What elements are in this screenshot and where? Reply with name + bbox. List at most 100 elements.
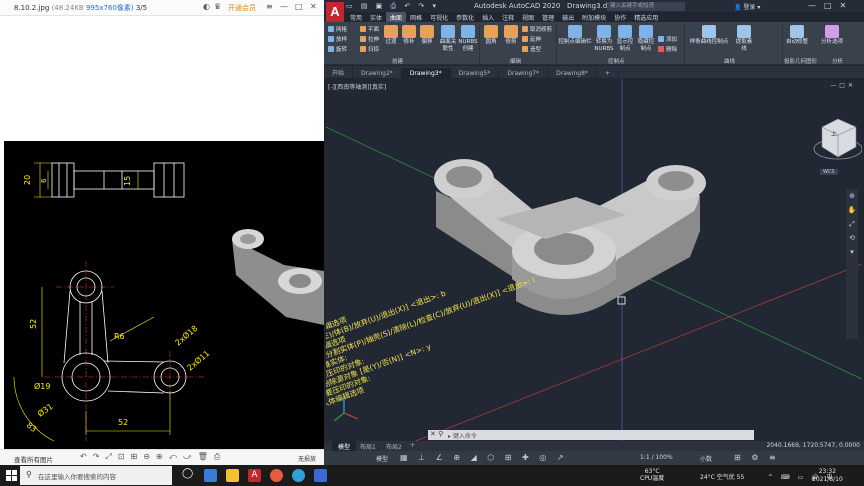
image-viewer-window: 8.10.2.jpg (48.24KB 995x760像素) 3/5 开通会员 … [0,0,324,465]
maximize-icon[interactable]: □ [295,2,303,11]
quick-access-toolbar[interactable]: ▭ ▤ ▣ ⎙ ↶ ↷ ▾ [346,2,439,11]
close-icon[interactable]: ✕ [310,2,317,11]
task-view-icon[interactable]: ◯ [182,468,195,481]
dim-2x18: 2xØ18 [173,323,200,348]
navigation-bar[interactable]: ⊕ ✋ ⤢ ⟲ ▾ [846,189,858,339]
task-view-app-icon[interactable] [204,469,217,482]
sculpt-button[interactable]: 造型 [522,45,541,53]
viewer-tool-icons[interactable]: ↶↷⤢⊡⊞⊖⊕⤺⤻🗑⎙ [80,452,226,462]
panel-analysis-label: 分析 [832,59,844,65]
autocad-taskbar-icon[interactable]: A [248,469,261,482]
hide-cv-button[interactable]: 隐藏控制点 [636,25,656,53]
autocad-logo[interactable]: A [326,2,344,22]
surface-assoc-button[interactable]: 曲面关联性 [438,25,458,53]
tab-insert[interactable]: 插入 [478,12,498,22]
annotation-scale[interactable]: 1:1 / 100% [640,454,673,461]
planar-button[interactable]: 平面 [360,25,379,33]
tab-annotate[interactable]: 注释 [498,12,518,22]
crown-icon[interactable]: ♛ [214,2,221,11]
tab-manage[interactable]: 管理 [538,12,558,22]
blend-button[interactable]: 过渡 [382,25,400,46]
user-signin[interactable]: 👤 登录 ▾ [734,2,760,11]
search-input[interactable]: 键入关键字或短语 [607,2,685,11]
tab-model[interactable]: 模型 [332,441,357,451]
weather-widget[interactable]: 24°C 空气优 55 [700,472,744,481]
drafting-toggles[interactable]: ▦ ⊥ ∠ ⊕ ◢ ⬡ ⊞ ✚ ◎ ↗ [400,453,568,462]
spline-cv-button[interactable]: 样条曲线控制点 [686,25,732,46]
sweep-button[interactable]: 扫掠 [360,45,379,53]
remove-cv-button[interactable]: 删除 [658,45,677,53]
tab-output[interactable]: 输出 [558,12,578,22]
add-cv-button[interactable]: 添加 [658,35,677,43]
mesh-surface-button[interactable]: 网格 [328,25,347,33]
view-all-images-link[interactable]: 查看所有图片 [14,454,53,464]
file-explorer-icon[interactable] [226,469,239,482]
viewcube-top-label: 上 [831,131,838,138]
status-right-icons[interactable]: ⊞ ⚙ ≡ [734,453,780,462]
tab-view[interactable]: 视图 [518,12,538,22]
ribbon-tabs: 常用 实体 曲面 网格 可视化 参数化 插入 注释 视图 管理 输出 附加模块 协作 精选应用 [346,12,662,22]
loft-button[interactable]: 放样 [328,35,347,43]
add-layout-button[interactable]: + [404,441,421,451]
cpu-temp: 63°C CPU温度 [640,468,665,482]
doc-tab-start[interactable]: 开始 [324,66,354,78]
tab-collaborate[interactable]: 协作 [610,12,630,22]
tab-solid[interactable]: 实体 [366,12,386,22]
analysis-options-button[interactable]: 分析选项 [820,25,844,46]
menu-icon[interactable]: ≡ [266,2,273,11]
trim-button[interactable]: 修剪 [502,25,520,46]
pin-icon[interactable]: ◐ [203,2,210,11]
extrude-button[interactable]: 拉伸 [360,35,379,43]
command-input[interactable]: ▸ 键入命令 [448,431,477,440]
edge-icon[interactable] [292,469,305,482]
nurbs-create-button[interactable]: NURBS创建 [458,25,478,53]
open-vip-button[interactable]: 开通会员 [228,3,256,13]
viewer-toolbar: 查看所有图片 ↶↷⤢⊡⊞⊖⊕⤺⤻🗑⎙ 无损放 [0,449,324,465]
taskbar-search-input[interactable]: ⚲ 在这里输入你要搜索的内容 [20,466,172,485]
extend-button[interactable]: 延伸 [522,35,541,43]
coordinate-readout: 2040.1669, 1720.5747, 0.0000 [766,442,860,449]
viewport-window-controls[interactable]: —□✕ [830,82,856,89]
tab-home[interactable]: 常用 [346,12,366,22]
tab-mesh[interactable]: 网格 [406,12,426,22]
lossless-zoom-button[interactable]: 无损放 [298,454,316,463]
clock[interactable]: 23:32 2021/8/10 [812,468,843,484]
tab-parametric[interactable]: 参数化 [452,12,478,22]
dim-52-v: 52 [29,319,38,329]
dim-6: 6 [40,178,48,183]
tab-layout1[interactable]: 布局1 [354,441,382,451]
model-space-button[interactable]: 模型 [376,454,388,463]
window-controls[interactable]: —□✕ [808,1,854,10]
dim-52-h: 52 [118,418,128,427]
fillet-button[interactable]: 圆角 [482,25,500,46]
convert-nurbs-button[interactable]: 转换为NURBS [594,25,614,53]
show-cv-button[interactable]: 显示控制点 [615,25,635,53]
close-cmd-icon[interactable]: ✕ ⚲ [430,430,443,438]
dim-31: Ø31 [35,401,54,419]
browser-icon[interactable] [270,469,283,482]
model-viewport[interactable]: 上 WCS [-][西南等轴测][真实] —□✕ 输入实体编辑选项 [面(F)/… [326,79,862,441]
wcs-menu[interactable]: WCS [820,169,838,175]
minimize-icon[interactable]: — [280,2,288,11]
app-icon[interactable] [314,469,327,482]
tab-featured[interactable]: 精选应用 [630,12,662,22]
untrim-button[interactable]: 取消修剪 [522,25,552,33]
extract-isolines-button[interactable]: 提取素线 [734,25,754,53]
tab-surface[interactable]: 曲面 [386,12,407,22]
dim-2x11: 2xØ11 [185,348,212,373]
revolve-button[interactable]: 旋转 [328,45,347,53]
command-line[interactable]: ✕ ⚲ ▸ 键入命令 [428,430,754,440]
patch-button[interactable]: 修补 [400,25,418,46]
iso-preview [232,229,324,325]
auto-trim-button[interactable]: 自动修整 [786,25,808,46]
drawing-svg: 20 6 15 52 R6 2xØ18 2xØ11 Ø19 Ø31 83 52 [13,162,324,442]
units-selector[interactable]: 小数 [700,454,712,463]
viewcube[interactable] [813,118,862,160]
tab-addins[interactable]: 附加模块 [578,12,610,22]
offset-button[interactable]: 偏移 [418,25,436,46]
tab-visualize[interactable]: 可视化 [426,12,452,22]
windows-start-icon[interactable] [6,470,17,481]
autocad-window: ▭ ▤ ▣ ⎙ ↶ ↷ ▾ Autodesk AutoCAD 2020 Draw… [324,0,864,465]
cv-editbar-button[interactable]: 控制点编辑栏 [558,25,592,46]
viewport-controls-label[interactable]: [-][西南等轴测][真实] [328,82,386,91]
